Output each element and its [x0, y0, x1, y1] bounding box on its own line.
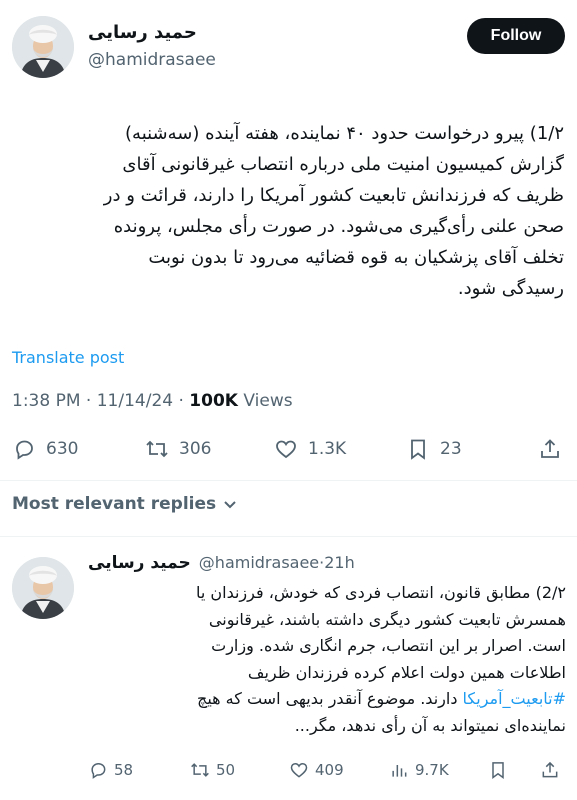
reply-text-before: 2/۲) مطابق قانون، انتصاب فردی که خودش، ف… [195, 583, 566, 682]
like-action[interactable]: 1.3K [274, 432, 346, 466]
share-icon [541, 439, 559, 458]
replies-sort-label: Most relevant replies [12, 494, 217, 514]
reply-share-action[interactable] [540, 757, 560, 783]
reply-retweet-count: 50 [216, 761, 236, 779]
views-icon [392, 765, 407, 777]
meta-separator: · [80, 391, 97, 411]
retweet-count: 306 [179, 439, 212, 459]
reply-reply-count: 58 [114, 761, 134, 779]
author-name[interactable]: حمید رسایی [88, 22, 197, 43]
like-count: 1.3K [308, 439, 347, 459]
divider [0, 480, 577, 481]
reply-time[interactable]: 21h [324, 553, 355, 572]
reply-author-name[interactable]: حمید رسایی [88, 553, 191, 573]
retweet-icon [191, 763, 209, 777]
views-label: Views [243, 391, 293, 411]
author-avatar[interactable] [12, 16, 74, 78]
retweet-action[interactable]: 306 [145, 432, 211, 466]
share-action[interactable] [538, 432, 562, 466]
reply-bookmark-action[interactable] [488, 757, 508, 783]
reply-author-avatar[interactable] [12, 557, 74, 619]
views-count: 100K [189, 391, 238, 411]
bookmark-icon [411, 439, 425, 460]
bookmark-icon [492, 762, 504, 779]
reply-icon [91, 762, 106, 779]
replies-sort-dropdown[interactable]: Most relevant replies [12, 494, 238, 514]
bookmark-action[interactable]: 23 [406, 432, 462, 466]
like-icon [290, 762, 308, 778]
reply-header: حمید رسایی @hamidrasaee · 21h [88, 553, 355, 573]
reply-like-action[interactable]: 409 [289, 757, 344, 783]
reply-count: 630 [46, 439, 79, 459]
tweet-time[interactable]: 1:38 PM [12, 391, 81, 411]
author-handle[interactable]: @hamidrasaee [88, 50, 216, 70]
reply-views-action[interactable]: 9.7K [389, 757, 449, 783]
reply-hashtag[interactable]: #تابعیت_آمریکا [463, 689, 566, 708]
share-icon [542, 761, 558, 778]
tweet-text: 1/۲) پیرو درخواست حدود ۴۰ نماینده، هفته … [103, 123, 564, 299]
reply-views-count: 9.7K [415, 761, 449, 779]
tweet-meta: 1:38 PM · 11/14/24 · 100K Views [12, 391, 293, 411]
bookmark-count: 23 [440, 439, 462, 459]
reply-retweet-action[interactable]: 50 [190, 757, 235, 783]
chevron-down-icon [224, 501, 236, 509]
reply-icon [16, 440, 33, 460]
divider [0, 536, 577, 537]
tweet-date[interactable]: 11/14/24 [97, 391, 173, 411]
retweet-icon [146, 440, 168, 458]
like-icon [276, 440, 296, 459]
reply-action[interactable]: 630 [12, 432, 78, 466]
reply-reply-action[interactable]: 58 [88, 757, 133, 783]
follow-button[interactable]: Follow [467, 18, 565, 54]
reply-text: 2/۲) مطابق قانون، انتصاب فردی که خودش، ف… [88, 580, 566, 739]
reply-like-count: 409 [315, 761, 344, 779]
translate-post-link[interactable]: Translate post [12, 348, 124, 367]
reply-author-handle[interactable]: @hamidrasaee [199, 553, 319, 572]
meta-separator: · [173, 391, 190, 411]
